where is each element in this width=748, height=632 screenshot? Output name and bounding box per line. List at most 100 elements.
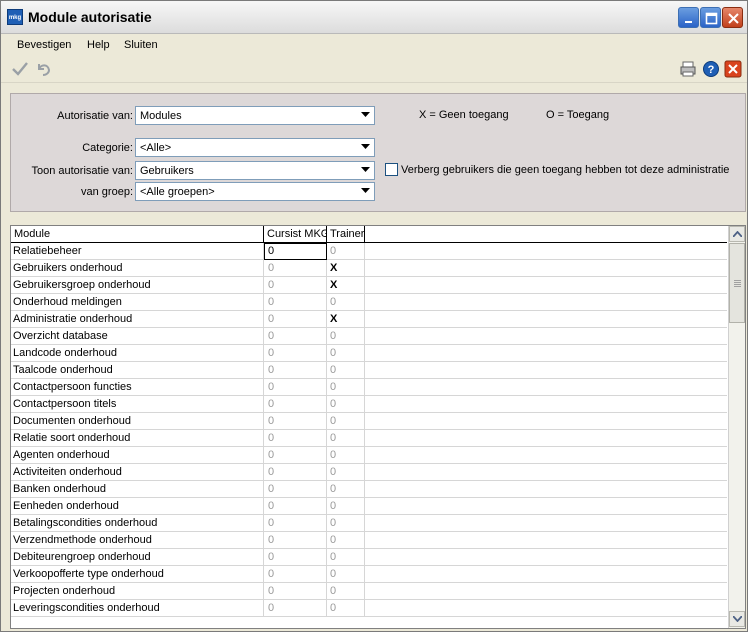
cursist-mkg-cell[interactable]: 0 <box>264 549 327 566</box>
trainer-cell[interactable]: 0 <box>327 379 365 396</box>
trainer-cell[interactable]: 0 <box>327 549 365 566</box>
table-row[interactable]: Taalcode onderhoud 0 0 <box>11 362 727 379</box>
trainer-cell[interactable]: 0 <box>327 481 365 498</box>
chevron-down-icon[interactable] <box>358 163 373 178</box>
table-row[interactable]: Relatie soort onderhoud 0 0 <box>11 430 727 447</box>
trainer-cell[interactable]: 0 <box>327 430 365 447</box>
confirm-check-icon[interactable] <box>11 60 29 78</box>
table-row[interactable]: Contactpersoon functies 0 0 <box>11 379 727 396</box>
table-row[interactable]: Betalingscondities onderhoud 0 0 <box>11 515 727 532</box>
trainer-cell[interactable]: 0 <box>327 515 365 532</box>
cursist-mkg-cell[interactable]: 0 <box>264 328 327 345</box>
trainer-cell[interactable]: 0 <box>327 294 365 311</box>
table-row[interactable]: Relatiebeheer 0 0 <box>11 243 727 260</box>
table-row[interactable]: Activiteiten onderhoud 0 0 <box>11 464 727 481</box>
maximize-button[interactable] <box>700 7 721 28</box>
menu-help[interactable]: Help <box>87 39 110 51</box>
cursist-mkg-cell[interactable]: 0 <box>264 583 327 600</box>
table-row[interactable]: Documenten onderhoud 0 0 <box>11 413 727 430</box>
cursist-mkg-cell[interactable]: 0 <box>264 430 327 447</box>
table-row[interactable]: Contactpersoon titels 0 0 <box>11 396 727 413</box>
cursist-mkg-cell[interactable]: 0 <box>264 481 327 498</box>
module-name-cell: Gebruikers onderhoud <box>11 260 264 277</box>
empty-cell <box>365 294 727 311</box>
column-header-trainer[interactable]: Trainer <box>327 226 365 243</box>
table-row[interactable]: Debiteurengroep onderhoud 0 0 <box>11 549 727 566</box>
scroll-down-button[interactable] <box>729 611 745 627</box>
cursist-mkg-cell[interactable]: 0 <box>264 260 327 277</box>
table-row[interactable]: Gebruikersgroep onderhoud 0 X <box>11 277 727 294</box>
table-row[interactable]: Overzicht database 0 0 <box>11 328 727 345</box>
trainer-cell[interactable]: 0 <box>327 362 365 379</box>
trainer-cell[interactable]: 0 <box>327 396 365 413</box>
chevron-down-icon[interactable] <box>358 184 373 199</box>
cursist-mkg-cell[interactable]: 0 <box>264 498 327 515</box>
trainer-cell[interactable]: 0 <box>327 243 365 260</box>
table-row[interactable]: Verzendmethode onderhoud 0 0 <box>11 532 727 549</box>
table-row[interactable]: Onderhoud meldingen 0 0 <box>11 294 727 311</box>
trainer-cell[interactable]: 0 <box>327 532 365 549</box>
table-row[interactable]: Landcode onderhoud 0 0 <box>11 345 727 362</box>
trainer-cell[interactable]: 0 <box>327 600 365 617</box>
table-row[interactable]: Agenten onderhoud 0 0 <box>11 447 727 464</box>
cursist-mkg-cell[interactable]: 0 <box>264 345 327 362</box>
table-row[interactable]: Leveringscondities onderhoud 0 0 <box>11 600 727 617</box>
table-row[interactable]: Verkoopofferte type onderhoud 0 0 <box>11 566 727 583</box>
scroll-thumb[interactable] <box>729 243 745 323</box>
cursist-mkg-cell[interactable]: 0 <box>264 566 327 583</box>
column-header-cursist-mkg[interactable]: Cursist MKG <box>264 226 327 243</box>
table-row[interactable]: Projecten onderhoud 0 0 <box>11 583 727 600</box>
module-name-cell: Contactpersoon functies <box>11 379 264 396</box>
close-window-button[interactable] <box>722 7 743 28</box>
close-icon[interactable] <box>724 60 742 78</box>
cursist-mkg-cell[interactable]: 0 <box>264 532 327 549</box>
table-row[interactable]: Gebruikers onderhoud 0 X <box>11 260 727 277</box>
trainer-cell[interactable]: 0 <box>327 464 365 481</box>
print-icon[interactable] <box>679 60 697 78</box>
trainer-cell[interactable]: 0 <box>327 498 365 515</box>
cursist-mkg-cell[interactable]: 0 <box>264 447 327 464</box>
cursist-mkg-cell[interactable]: 0 <box>264 515 327 532</box>
vertical-scrollbar[interactable] <box>728 226 745 628</box>
module-name-cell: Verzendmethode onderhoud <box>11 532 264 549</box>
cursist-mkg-cell[interactable]: 0 <box>264 277 327 294</box>
cursist-mkg-cell[interactable]: 0 <box>264 464 327 481</box>
toon-autorisatie-van-select[interactable]: Gebruikers <box>135 161 375 180</box>
table-row[interactable]: Administratie onderhoud 0 X <box>11 311 727 328</box>
menu-sluiten[interactable]: Sluiten <box>124 39 158 51</box>
cursist-mkg-cell[interactable]: 0 <box>264 396 327 413</box>
minimize-button[interactable] <box>678 7 699 28</box>
cursist-mkg-cell[interactable]: 0 <box>264 243 327 260</box>
table-row[interactable]: Eenheden onderhoud 0 0 <box>11 498 727 515</box>
cursist-mkg-cell[interactable]: 0 <box>264 294 327 311</box>
cursist-mkg-cell[interactable]: 0 <box>264 379 327 396</box>
trainer-cell[interactable]: 0 <box>327 566 365 583</box>
empty-cell <box>365 464 727 481</box>
undo-icon[interactable] <box>34 60 52 78</box>
trainer-cell[interactable]: 0 <box>327 413 365 430</box>
categorie-select[interactable]: <Alle> <box>135 138 375 157</box>
chevron-down-icon[interactable] <box>358 140 373 155</box>
menu-bevestigen[interactable]: Bevestigen <box>17 39 71 51</box>
cursist-mkg-cell[interactable]: 0 <box>264 311 327 328</box>
empty-cell <box>365 345 727 362</box>
table-row[interactable]: Banken onderhoud 0 0 <box>11 481 727 498</box>
hide-users-checkbox[interactable] <box>385 163 398 176</box>
trainer-cell[interactable]: X <box>327 311 365 328</box>
trainer-cell[interactable]: 0 <box>327 328 365 345</box>
cursist-mkg-cell[interactable]: 0 <box>264 413 327 430</box>
van-groep-select[interactable]: <Alle groepen> <box>135 182 375 201</box>
cursist-mkg-cell[interactable]: 0 <box>264 362 327 379</box>
trainer-cell[interactable]: X <box>327 277 365 294</box>
chevron-down-icon[interactable] <box>358 108 373 123</box>
autorisatie-van-select[interactable]: Modules <box>135 106 375 125</box>
scroll-up-button[interactable] <box>729 226 745 242</box>
cursist-mkg-cell[interactable]: 0 <box>264 600 327 617</box>
help-icon[interactable]: ? <box>702 60 720 78</box>
trainer-cell[interactable]: X <box>327 260 365 277</box>
module-name-cell: Verkoopofferte type onderhoud <box>11 566 264 583</box>
trainer-cell[interactable]: 0 <box>327 345 365 362</box>
trainer-cell[interactable]: 0 <box>327 447 365 464</box>
column-header-module[interactable]: Module <box>11 226 264 243</box>
trainer-cell[interactable]: 0 <box>327 583 365 600</box>
